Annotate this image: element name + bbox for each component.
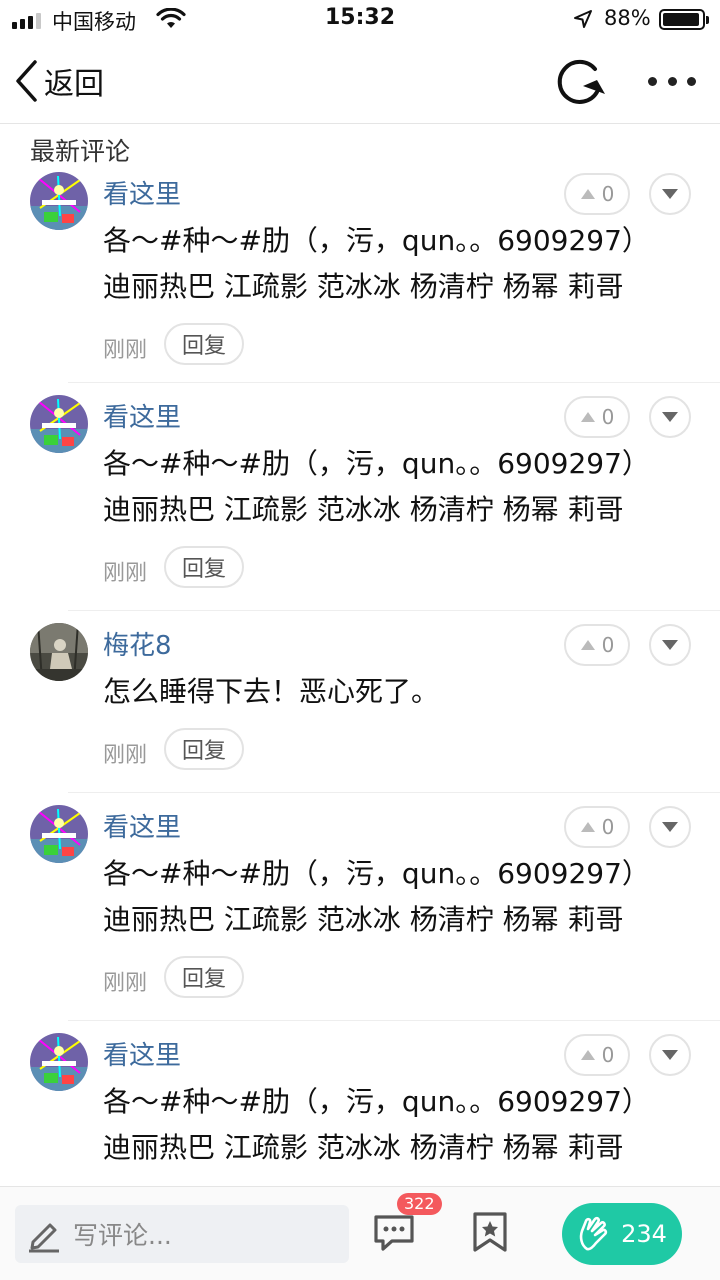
reply-button[interactable]: 回复 [164,546,244,588]
dot-icon [667,76,677,86]
like-count: 234 [621,1220,667,1248]
comment-time: 刚刚 [103,743,148,768]
refresh-icon[interactable] [553,56,607,108]
downvote-button[interactable] [649,396,691,438]
upvote-icon [580,412,595,422]
comment-item: 看这里 0 各～#种～#肋（，污，qun。。6909297） 迪丽热巴 江疏影 … [0,793,720,1021]
back-label: 返回 [44,67,104,102]
upvote-icon [580,189,595,199]
comment-username[interactable]: 看这里 [103,174,181,211]
reply-button[interactable]: 回复 [164,323,244,365]
avatar[interactable] [30,172,88,230]
battery-icon [659,9,709,30]
colorful-avatar-image [30,395,88,453]
comment-text: 各～#种～#肋（，污，qun。。6909297） 迪丽热巴 江疏影 范冰冰 杨清… [103,857,650,936]
status-bar: 中国移动 15:32 88% [0,0,720,40]
downvote-icon [662,189,678,199]
reply-button[interactable]: 回复 [164,728,244,770]
downvote-icon [662,412,678,422]
like-button[interactable]: 0 [564,624,630,666]
upvote-icon [580,822,595,832]
comment-username[interactable]: 看这里 [103,1035,181,1072]
avatar[interactable] [30,805,88,863]
write-comment-input[interactable]: 写评论... [15,1205,349,1263]
comment-text: 各～#种～#肋（，污，qun。。6909297） 迪丽热巴 江疏影 范冰冰 杨清… [103,447,650,526]
like-button[interactable]: 0 [564,396,630,438]
downvote-button[interactable] [649,173,691,215]
comment-item: 看这里 0 各～#种～#肋（，污，qun。。6909297） 迪丽热巴 江疏影 … [0,383,720,611]
colorful-avatar-image [30,1033,88,1091]
like-count: 0 [601,1043,615,1067]
location-arrow-icon [574,10,592,28]
like-count: 0 [601,405,615,429]
comment-item: 看这里 0 各～#种～#肋（，污，qun。。6909297） 迪丽热巴 江疏影 … [0,1021,720,1186]
like-button[interactable]: 0 [564,806,630,848]
downvote-icon [662,1050,678,1060]
comment-item: 梅花8 0 怎么睡得下去！恶心死了。 刚刚 回复 [0,611,720,793]
like-count: 0 [601,815,615,839]
comment-item: 看这里 0 各～#种～#肋（，污，qun。。6909297） 迪丽热巴 江疏影 … [0,160,720,383]
back-button[interactable]: 返回 [14,58,104,104]
comment-time: 刚刚 [103,971,148,996]
like-count: 0 [601,633,615,657]
comment-time: 刚刚 [103,561,148,586]
comment-count-badge: 322 [397,1193,442,1215]
comment-username[interactable]: 梅花8 [103,625,172,662]
bottom-toolbar: 写评论... 322 234 [0,1186,720,1280]
downvote-icon [662,640,678,650]
chevron-left-icon [16,60,37,102]
colorful-avatar-image [30,172,88,230]
like-article-button[interactable]: 234 [562,1203,682,1265]
dot-icon [687,76,696,86]
downvote-button[interactable] [649,1034,691,1076]
comment-username[interactable]: 看这里 [103,397,181,434]
like-count: 0 [601,182,615,206]
downvote-icon [662,822,678,832]
comment-text: 各～#种～#肋（，污，qun。。6909297） 迪丽热巴 江疏影 范冰冰 杨清… [103,1085,650,1164]
comments-icon[interactable] [372,1213,416,1253]
pencil-icon [29,1223,59,1253]
comment-text: 各～#种～#肋（，污，qun。。6909297） 迪丽热巴 江疏影 范冰冰 杨清… [103,224,650,303]
downvote-button[interactable] [649,806,691,848]
comment-text: 怎么睡得下去！恶心死了。 [103,675,440,708]
clap-hand-icon [579,1216,608,1251]
colorful-avatar-image [30,805,88,863]
dot-icon [648,76,657,86]
like-button[interactable]: 0 [564,173,630,215]
photo-avatar-image [30,623,88,681]
upvote-icon [580,640,595,650]
navigation-bar: 返回 [0,40,720,124]
comment-list[interactable]: 看这里 0 各～#种～#肋（，污，qun。。6909297） 迪丽热巴 江疏影 … [0,160,720,1186]
like-button[interactable]: 0 [564,1034,630,1076]
battery-percent: 88% [604,6,651,30]
write-comment-placeholder: 写评论... [73,1221,172,1250]
upvote-icon [580,1050,595,1060]
avatar[interactable] [30,623,88,681]
downvote-button[interactable] [649,624,691,666]
bookmark-star-icon[interactable] [472,1211,508,1253]
more-options-button[interactable] [648,68,696,94]
comment-time: 刚刚 [103,338,148,363]
avatar[interactable] [30,1033,88,1091]
reply-button[interactable]: 回复 [164,956,244,998]
avatar[interactable] [30,395,88,453]
comment-username[interactable]: 看这里 [103,807,181,844]
